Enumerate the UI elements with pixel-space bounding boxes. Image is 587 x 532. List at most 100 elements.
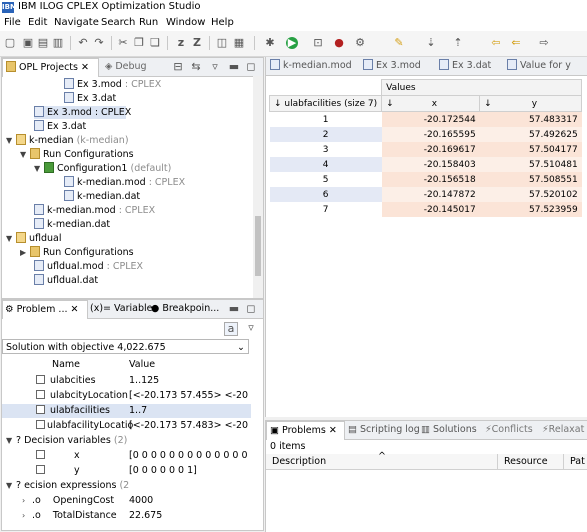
menu-navigate[interactable]: Navigate — [54, 17, 99, 28]
tab-k-median-mod[interactable]: k-median.mod — [270, 57, 352, 75]
close-icon[interactable]: ✕ — [71, 304, 79, 315]
copy-icon[interactable]: ❐ — [133, 37, 145, 49]
tab-problems[interactable]: ▣ Problems ✕ — [266, 421, 345, 440]
tree-item-k-median-project[interactable]: ▼ k-median (k-median) — [6, 134, 129, 147]
view-menu-icon[interactable]: ▿ — [209, 61, 221, 73]
chevron-down-icon[interactable]: ▼ — [6, 232, 16, 245]
table-row[interactable]: 1 -20.172544 57.483317 — [269, 111, 582, 127]
problem-row-ulabfacilities[interactable]: ulabfacilities 1..7 — [2, 404, 251, 418]
tree-item-ex3-mod-selected[interactable]: Ex 3.mod : CPLEX — [34, 106, 131, 119]
settings-icon[interactable]: ✱ — [264, 37, 276, 49]
zoom-out-icon[interactable]: Z — [191, 37, 203, 49]
tab-conflicts[interactable]: ⚡Conflicts — [485, 421, 533, 439]
y-header[interactable]: ↓ y — [479, 95, 583, 112]
chevron-down-icon[interactable]: ▼ — [34, 162, 44, 175]
tab-variables[interactable]: (x)= Variables — [90, 300, 157, 318]
table-row[interactable]: 7 -20.145017 57.523959 — [269, 202, 582, 217]
menu-search[interactable]: Search — [101, 17, 135, 28]
tree-item-k-median-dat[interactable]: k-median.dat — [34, 218, 110, 231]
projects-scrollbar[interactable] — [253, 76, 263, 298]
menu-window[interactable]: Window — [166, 17, 205, 28]
x-header[interactable]: ↓ x — [381, 95, 481, 112]
scrollbar-thumb[interactable] — [255, 216, 261, 276]
cut-icon[interactable]: ✂ — [117, 37, 129, 49]
menu-help[interactable]: Help — [211, 17, 234, 28]
column-resource[interactable]: Resource — [498, 454, 564, 470]
table-row[interactable]: 3 -20.169617 57.504177 — [269, 142, 582, 157]
tree-item-ex3-mod[interactable]: Ex 3.mod : CPLEX — [64, 78, 161, 91]
redo-icon[interactable]: ↷ — [93, 37, 105, 49]
problem-row-y[interactable]: y [0 0 0 0 0 0 1] — [2, 464, 251, 478]
problem-row-ulabfacilitylocation[interactable]: ulabfacilityLocatio [<-20.173 57.483> <-… — [2, 419, 251, 433]
chevron-down-icon[interactable]: ▼ — [20, 148, 30, 161]
tree-item-ufldual-mod[interactable]: ufldual.mod : CPLEX — [34, 260, 143, 273]
tree-item-ex3-dat-2[interactable]: Ex 3.dat — [34, 120, 86, 133]
debug-icon[interactable]: ⊡ — [312, 37, 324, 49]
close-icon[interactable]: ✕ — [81, 62, 89, 73]
solution-select[interactable]: Solution with objective 4,022.675 ⌄ — [2, 339, 249, 354]
tree-item-ex3-dat[interactable]: Ex 3.dat — [64, 92, 116, 105]
external-tools-icon[interactable]: ● — [333, 37, 345, 49]
forward-icon[interactable]: ⇨ — [538, 37, 550, 49]
table-row[interactable]: 4 -20.158403 57.510481 — [269, 157, 582, 172]
index-header[interactable]: ↓ ulabfacilities (size 7) — [268, 95, 383, 112]
tab-problem-browser[interactable]: ⚙ Problem ... ✕ — [2, 300, 88, 319]
column-path[interactable]: Pat — [564, 454, 587, 470]
layout-icon[interactable]: ◫ — [216, 37, 228, 49]
save-icon[interactable]: ▣ — [22, 37, 34, 49]
problem-row-decision-expressions[interactable]: ▼? ecision expressions (2 — [2, 479, 251, 493]
tab-opl-projects[interactable]: OPL Projects ✕ — [2, 58, 99, 77]
tree-item-ufldual-dat[interactable]: ufldual.dat — [34, 274, 98, 287]
problem-row-totaldistance[interactable]: › .o TotalDistance 22.675 — [2, 509, 251, 523]
collapse-all-icon[interactable]: ⊟ — [172, 61, 184, 73]
minimize-icon[interactable]: ▬ — [228, 303, 240, 315]
paste-icon[interactable]: ❏ — [149, 37, 161, 49]
tree-item-ufldual-project[interactable]: ▼ ufldual — [6, 232, 62, 245]
table-row[interactable]: 5 -20.156518 57.508551 — [269, 172, 582, 187]
maximize-icon[interactable]: ◻ — [245, 303, 257, 315]
view-menu-icon[interactable]: ▿ — [245, 322, 257, 334]
table-row[interactable]: 2 -20.165595 57.492625 — [269, 127, 582, 142]
tab-debug[interactable]: ◈ Debug — [105, 58, 147, 76]
run-icon[interactable]: ▶ — [286, 37, 298, 49]
chevron-down-icon[interactable]: ▼ — [6, 434, 16, 448]
save-all-icon[interactable]: ▤ — [37, 37, 49, 49]
tab-value-for-y[interactable]: Value for y — [507, 57, 571, 75]
column-description[interactable]: Description ^ — [266, 451, 498, 470]
problem-row-x[interactable]: x [0 0 0 0 0 0 0 0 0 0 0 0 0 0 0 0 — [2, 449, 251, 463]
tree-item-k-median-mod[interactable]: k-median.mod : CPLEX — [34, 204, 155, 217]
menu-run[interactable]: Run — [139, 17, 158, 28]
new-icon[interactable]: ▢ — [4, 37, 16, 49]
menu-edit[interactable]: Edit — [28, 17, 47, 28]
pen-icon[interactable]: ✎ — [393, 37, 405, 49]
undo-icon[interactable]: ↶ — [77, 37, 89, 49]
minimize-icon[interactable]: ▬ — [228, 61, 240, 73]
chevron-right-icon[interactable]: › — [22, 509, 32, 523]
link-editor-icon[interactable]: ⇆ — [190, 61, 202, 73]
tab-ex3-mod[interactable]: Ex 3.mod — [363, 57, 421, 75]
prev-annotation-icon[interactable]: ⇡ — [452, 37, 464, 49]
back-history-icon[interactable]: ⇐ — [510, 37, 522, 49]
tree-item-run-configurations[interactable]: ▼ Run Configurations — [20, 148, 134, 161]
problem-row-ulabcitylocation[interactable]: ulabcityLocation [<-20.173 57.455> <-20.… — [2, 389, 251, 403]
grid-icon[interactable]: ▦ — [233, 37, 245, 49]
tree-item-configuration1[interactable]: ▼ Configuration1 (default) — [34, 162, 171, 175]
chevron-right-icon[interactable]: › — [22, 494, 32, 508]
tree-item-k-median-mod-config[interactable]: k-median.mod : CPLEX — [64, 176, 185, 189]
tab-ex3-dat[interactable]: Ex 3.dat — [439, 57, 491, 75]
close-icon[interactable]: ✕ — [329, 425, 337, 436]
problem-row-decision-variables[interactable]: ▼? Decision variables (2) — [2, 434, 251, 448]
problem-row-ulabcities[interactable]: ulabcities 1..125 — [2, 374, 251, 388]
tree-item-k-median-dat-config[interactable]: k-median.dat — [64, 190, 140, 203]
chevron-down-icon[interactable]: ▼ — [6, 134, 16, 147]
maximize-icon[interactable]: ◻ — [245, 61, 257, 73]
print-icon[interactable]: ▥ — [52, 37, 64, 49]
tools-icon[interactable]: ⚙ — [354, 37, 366, 49]
problem-row-openingcost[interactable]: › .o OpeningCost 4000 — [2, 494, 251, 508]
zoom-in-icon[interactable]: z — [175, 37, 187, 49]
next-annotation-icon[interactable]: ⇣ — [425, 37, 437, 49]
menu-file[interactable]: File — [4, 17, 21, 28]
tab-solutions[interactable]: ▥ Solutions — [421, 421, 477, 439]
back-icon[interactable]: ⇦ — [490, 37, 502, 49]
tree-item-ufldual-run-configurations[interactable]: ▶ Run Configurations — [20, 246, 134, 259]
